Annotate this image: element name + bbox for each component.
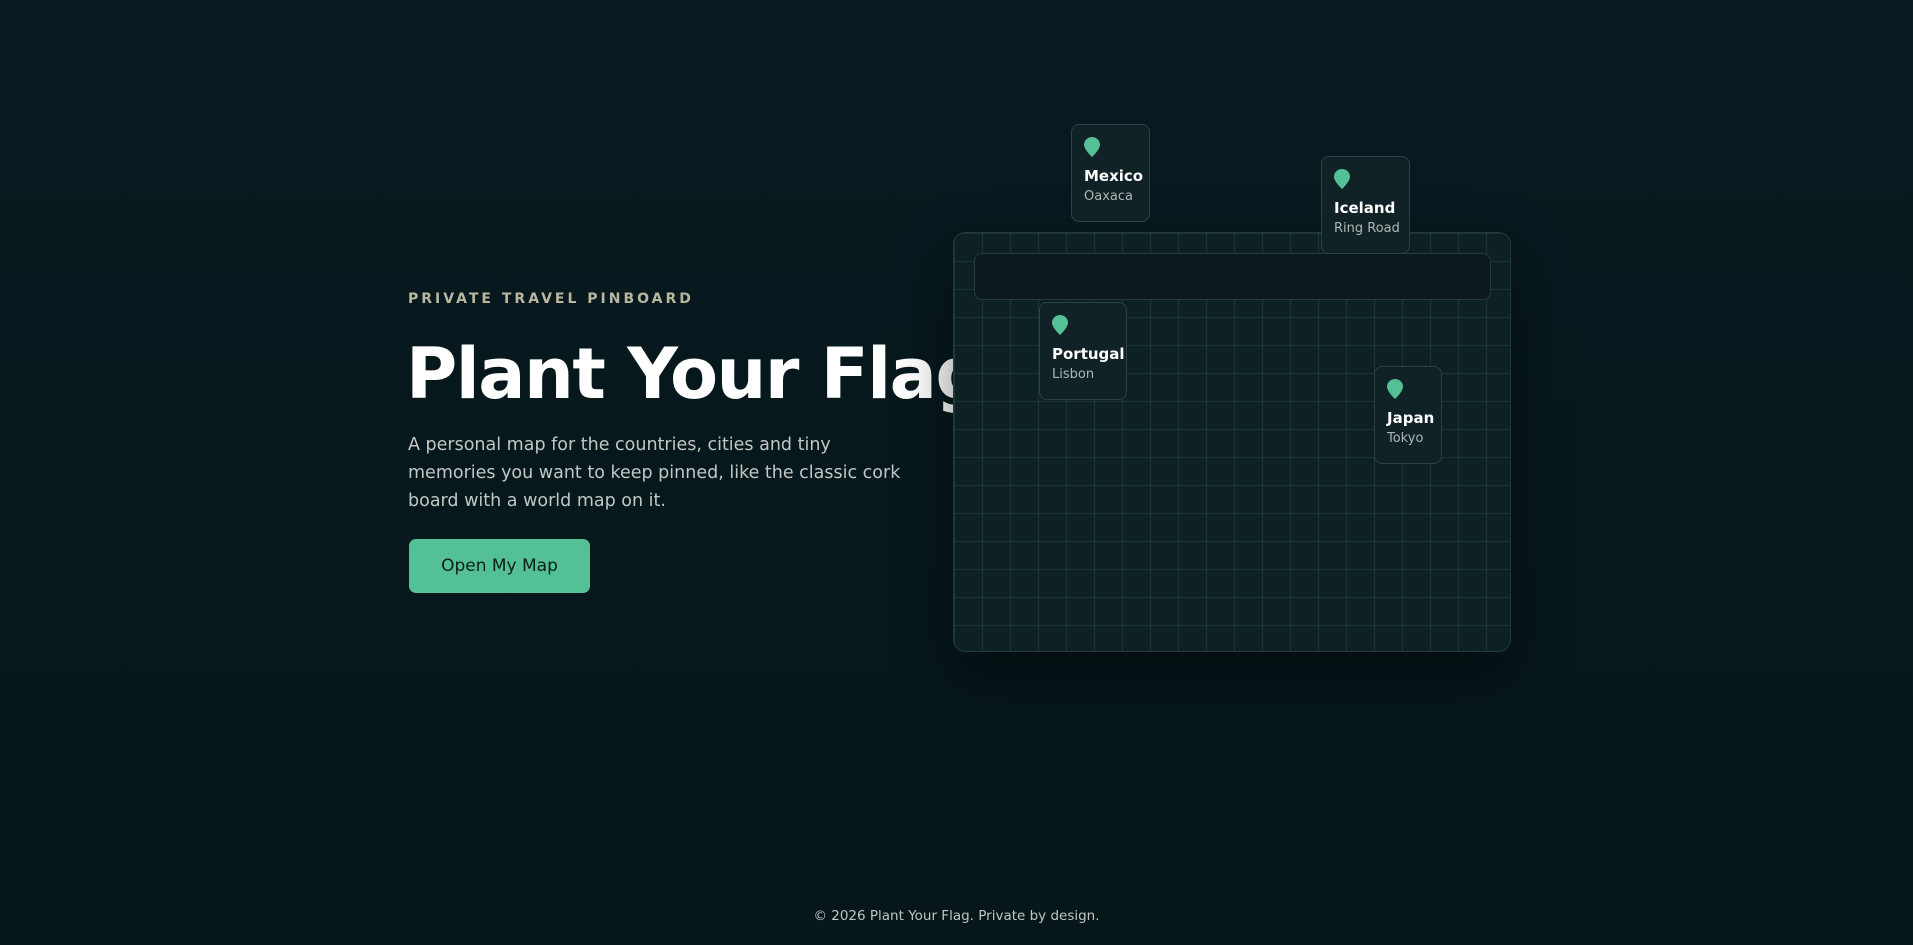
pin-card-japan[interactable]: Japan Tokyo [1374, 366, 1442, 464]
map-pin-icon [1084, 137, 1100, 157]
eyebrow-label: PRIVATE TRAVEL PINBOARD [408, 291, 694, 307]
pin-country: Mexico [1084, 167, 1144, 185]
board-toolbar [974, 253, 1491, 300]
pin-card-iceland[interactable]: Iceland Ring Road [1321, 156, 1410, 254]
pin-country: Japan [1387, 409, 1435, 427]
pin-place: Oaxaca [1084, 189, 1133, 204]
map-pin-icon [1387, 379, 1403, 399]
footer-copyright: © 2026 Plant Your Flag. Private by desig… [813, 908, 1100, 924]
pin-place: Lisbon [1052, 367, 1095, 382]
map-pin-icon [1334, 169, 1350, 189]
pin-country: Portugal [1052, 345, 1125, 363]
hero-description: A personal map for the countries, cities… [408, 435, 901, 511]
map-pin-icon [1052, 315, 1068, 335]
open-my-map-button[interactable]: Open My Map [409, 539, 590, 593]
page-title: Plant Your Flag [406, 333, 985, 415]
pin-card-mexico[interactable]: Mexico Oaxaca [1071, 124, 1150, 222]
pin-place: Ring Road [1334, 221, 1400, 236]
pin-place: Tokyo [1387, 431, 1424, 446]
pin-country: Iceland [1334, 199, 1396, 217]
landing-page: PRIVATE TRAVEL PINBOARD Plant Your Flag … [0, 0, 1913, 945]
pin-card-portugal[interactable]: Portugal Lisbon [1039, 302, 1127, 400]
